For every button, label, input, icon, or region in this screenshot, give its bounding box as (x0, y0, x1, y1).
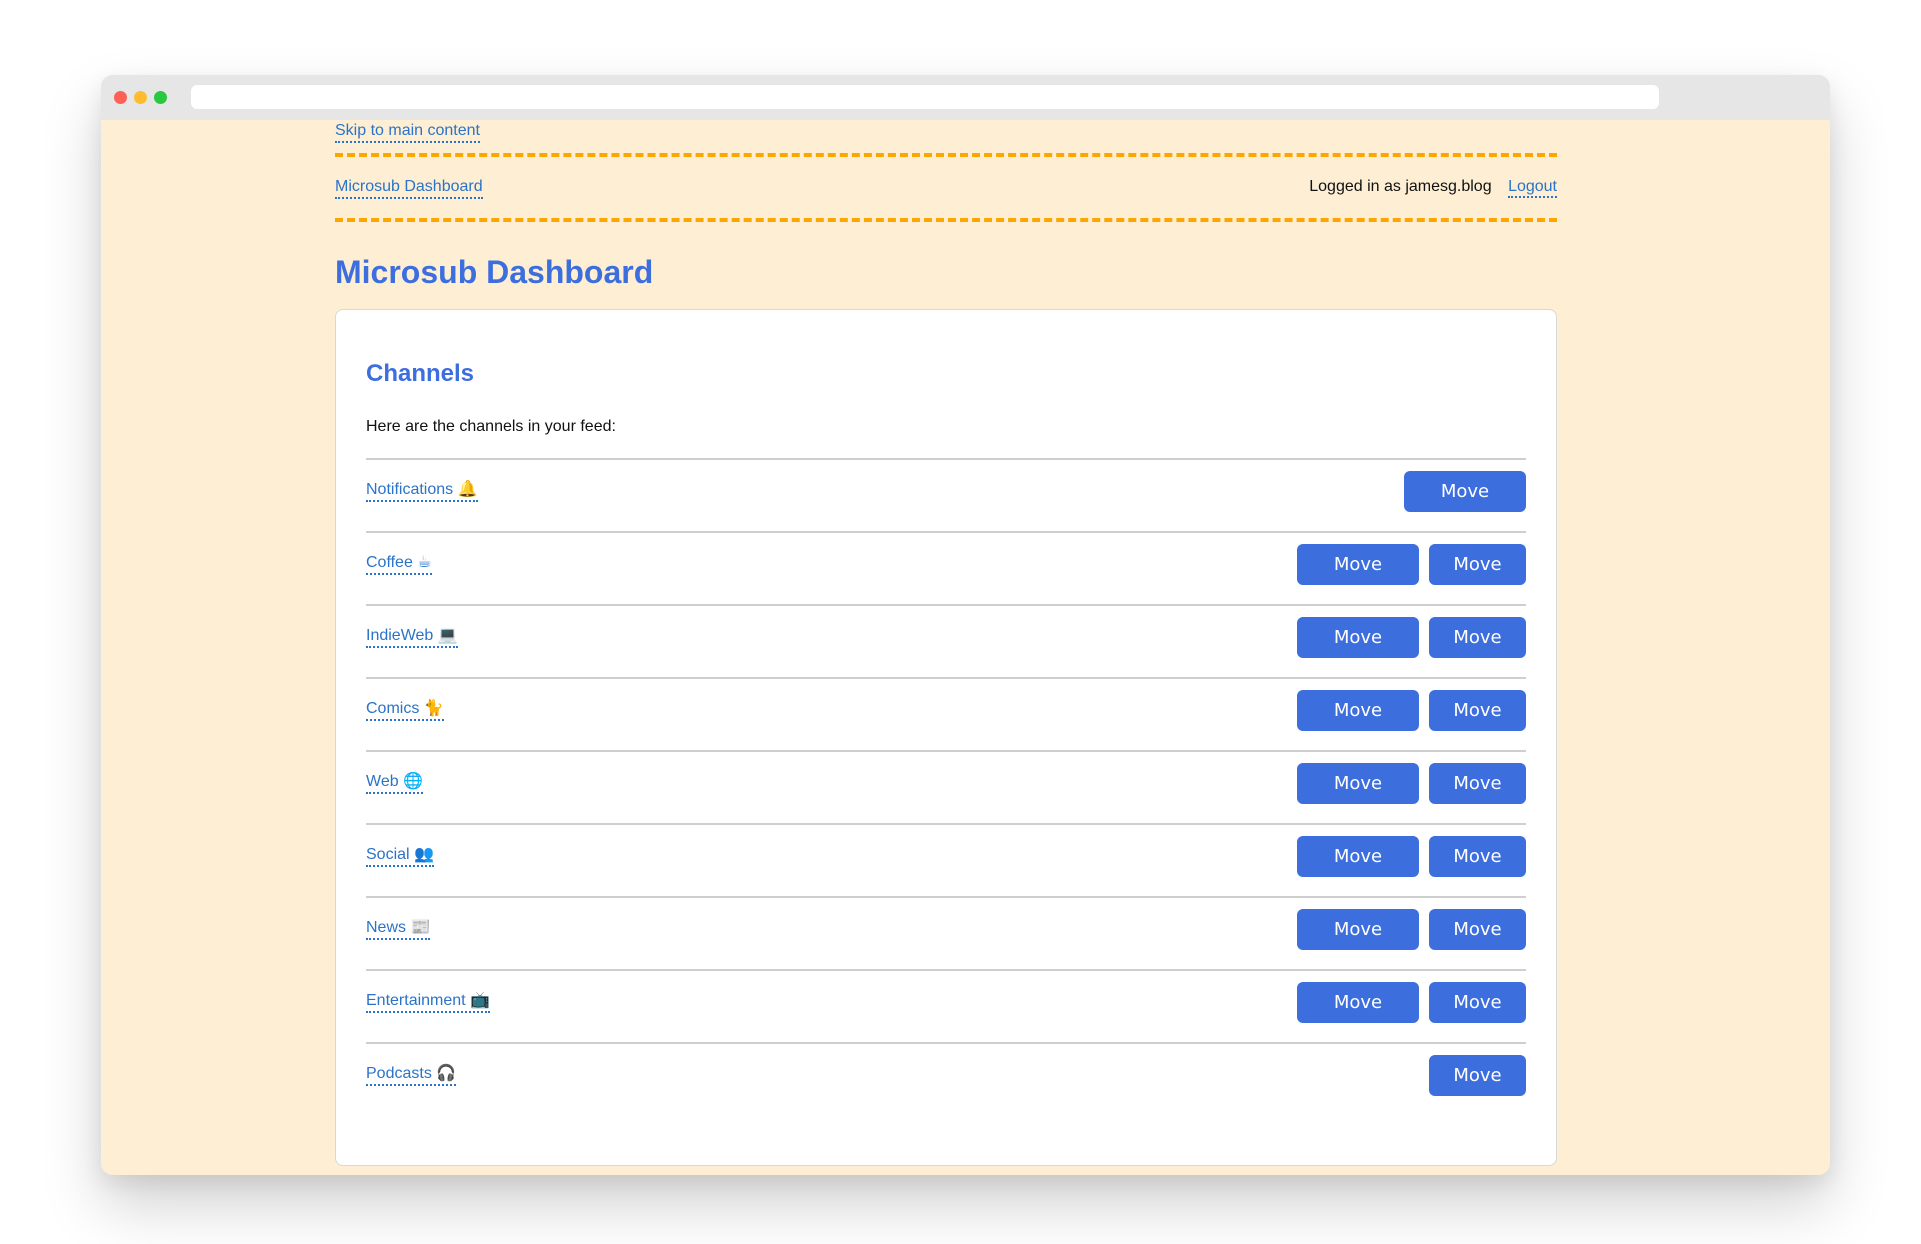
channel-row: Social 👥 Move Down Move Up (366, 823, 1526, 908)
channel-row: Coffee ☕ Move Down Move Up (366, 531, 1526, 616)
channels-card: Channels Here are the channels in your f… (335, 309, 1557, 1166)
move-down-button[interactable]: Move Down (1297, 982, 1419, 1054)
channel-actions: Move Down Move Up (1297, 836, 1526, 908)
channel-actions: Move Down Move Up (1297, 544, 1526, 616)
user-status: Logged in as jamesg.blog Logout (1309, 178, 1557, 198)
channel-actions: Move Down Move Up (1297, 690, 1526, 762)
channel-row: Notifications 🔔 Move Down Move Up (366, 458, 1526, 543)
move-down-button[interactable]: Move Down (1297, 690, 1419, 762)
channel-row: Web 🌐 Move Down Move Up (366, 750, 1526, 835)
channel-actions: Move Down Move Up (1429, 1055, 1526, 1127)
channel-link[interactable]: Notifications 🔔 (366, 479, 478, 502)
move-up-button[interactable]: Move Up (1429, 690, 1526, 762)
channel-row: News 📰 Move Down Move Up (366, 896, 1526, 981)
move-down-button[interactable]: Move Down (1297, 836, 1419, 908)
header-top-divider (335, 153, 1557, 157)
home-link[interactable]: Microsub Dashboard (335, 178, 483, 199)
channel-link[interactable]: Entertainment 📺 (366, 990, 490, 1013)
move-up-button[interactable]: Move Up (1429, 909, 1526, 981)
channel-row: Entertainment 📺 Move Down Move Up (366, 969, 1526, 1054)
channels-intro: Here are the channels in your feed: (366, 418, 616, 435)
skip-to-content-link[interactable]: Skip to main content (335, 122, 480, 143)
move-up-button[interactable]: Move Up (1429, 544, 1526, 616)
channel-link[interactable]: Comics 🐈 (366, 698, 444, 721)
logged-in-text: Logged in as jamesg.blog (1309, 178, 1492, 195)
channel-row: Podcasts 🎧 Move Down Move Up (366, 1042, 1526, 1127)
address-bar[interactable] (191, 85, 1659, 109)
move-up-button[interactable]: Move Up (1429, 836, 1526, 908)
move-down-button[interactable]: Move Down (1297, 617, 1419, 689)
page-content: Skip to main content Microsub Dashboard … (101, 120, 1830, 1175)
move-up-button[interactable]: Move Up (1429, 617, 1526, 689)
channel-link[interactable]: Social 👥 (366, 844, 434, 867)
move-up-button[interactable]: Move Up (1429, 763, 1526, 835)
channel-actions: Move Down Move Up (1297, 617, 1526, 689)
header-bottom-divider (335, 218, 1557, 222)
move-down-button[interactable]: Move Down (1297, 909, 1419, 981)
channel-actions: Move Down Move Up (1404, 471, 1526, 543)
logout-link[interactable]: Logout (1508, 178, 1557, 198)
page-title: Microsub Dashboard (335, 254, 654, 290)
channel-actions: Move Down Move Up (1297, 763, 1526, 835)
move-up-button[interactable]: Move Up (1429, 982, 1526, 1054)
browser-window: Skip to main content Microsub Dashboard … (101, 75, 1830, 1175)
channel-link[interactable]: News 📰 (366, 917, 431, 940)
move-down-button[interactable]: Move Down (1297, 544, 1419, 616)
channel-list: Notifications 🔔 Move Down Move Up Coffee… (366, 458, 1526, 1127)
channel-row: IndieWeb 💻 Move Down Move Up (366, 604, 1526, 689)
channel-actions: Move Down Move Up (1297, 982, 1526, 1054)
channel-link[interactable]: IndieWeb 💻 (366, 625, 458, 648)
channel-link[interactable]: Coffee ☕ (366, 552, 432, 575)
close-window-icon[interactable] (114, 91, 127, 104)
channel-link[interactable]: Web 🌐 (366, 771, 423, 794)
site-header: Microsub Dashboard Logged in as jamesg.b… (335, 178, 1557, 202)
channel-actions: Move Down Move Up (1297, 909, 1526, 981)
move-down-button[interactable]: Move Down (1404, 471, 1526, 543)
browser-titlebar (101, 75, 1830, 120)
minimize-window-icon[interactable] (134, 91, 147, 104)
move-down-button[interactable]: Move Down (1297, 763, 1419, 835)
move-up-button[interactable]: Move Up (1429, 1055, 1526, 1127)
channels-heading: Channels (366, 360, 475, 387)
channel-row: Comics 🐈 Move Down Move Up (366, 677, 1526, 762)
channel-link[interactable]: Podcasts 🎧 (366, 1063, 457, 1086)
maximize-window-icon[interactable] (154, 91, 167, 104)
